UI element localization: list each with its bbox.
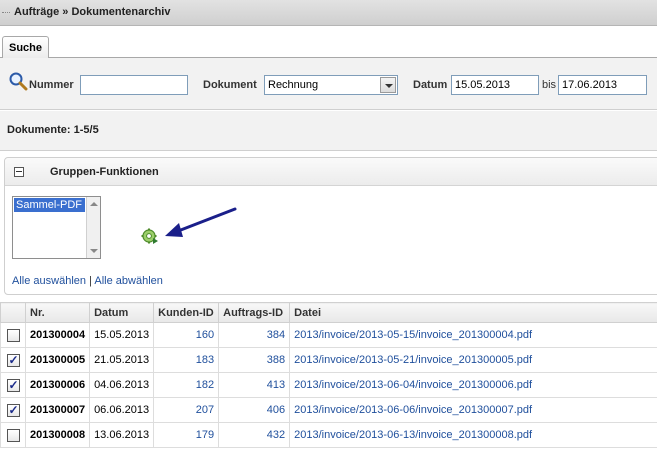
cell-auftrags-id-link[interactable]: 432	[267, 429, 285, 441]
column-header-auftrags-id[interactable]: Auftrags-ID	[218, 302, 291, 323]
column-header-select	[0, 302, 26, 323]
link-separator: |	[89, 275, 92, 287]
nummer-label: Nummer	[29, 79, 74, 91]
table-row: 201300008 13.06.2013 179 432 2013/invoic…	[0, 422, 657, 448]
cell-datum: 13.06.2013	[89, 422, 155, 448]
table-row: 201300006 04.06.2013 182 413 2013/invoic…	[0, 372, 657, 398]
cell-auftrags-id-link[interactable]: 384	[267, 329, 285, 341]
cell-datum: 15.05.2013	[89, 322, 155, 348]
bis-label: bis	[542, 79, 557, 91]
documents-table: Nr. Datum Kunden-ID Auftrags-ID Datei 20…	[0, 302, 657, 448]
column-header-datum[interactable]: Datum	[89, 302, 155, 323]
row-checkbox-cell	[0, 422, 26, 448]
cell-datei-link[interactable]: 2013/invoice/2013-06-06/invoice_20130000…	[294, 404, 532, 416]
column-header-datei[interactable]: Datei	[289, 302, 657, 323]
cell-nr: 201300004	[24, 322, 91, 348]
datum-from-input[interactable]	[451, 75, 539, 95]
deselect-all-link[interactable]: Alle abwählen	[94, 275, 163, 287]
tab-suche[interactable]: Suche	[2, 36, 50, 59]
cell-auftrags-id-link[interactable]: 388	[267, 354, 285, 366]
selection-links: Alle auswählen | Alle abwählen	[12, 275, 163, 287]
nummer-input[interactable]	[80, 75, 188, 95]
cell-auftrags-id-link[interactable]: 406	[267, 404, 285, 416]
arrow-annotation	[165, 207, 237, 237]
row-checkbox-cell	[0, 322, 26, 348]
datum-label: Datum	[413, 79, 448, 91]
documents-count-bar: Dokumente: 1-5/5	[0, 111, 657, 151]
cell-datei-link[interactable]: 2013/invoice/2013-05-21/invoice_20130000…	[294, 354, 532, 366]
column-header-nr[interactable]: Nr.	[24, 302, 91, 323]
cell-kunden-id-link[interactable]: 182	[196, 379, 214, 391]
cell-nr: 201300007	[24, 397, 91, 423]
cell-datum: 06.06.2013	[89, 397, 155, 423]
cell-datum: 04.06.2013	[89, 372, 155, 398]
table-header-row: Nr. Datum Kunden-ID Auftrags-ID Datei	[0, 302, 657, 323]
row-checkbox[interactable]	[6, 328, 20, 342]
row-checkbox[interactable]	[6, 428, 20, 442]
cell-datum: 21.05.2013	[89, 347, 155, 373]
scroll-down-icon[interactable]	[90, 249, 98, 253]
row-checkbox-cell	[0, 347, 26, 373]
cell-kunden-id-link[interactable]: 179	[196, 429, 214, 441]
cell-nr: 201300008	[24, 422, 91, 448]
datum-to-input[interactable]	[558, 75, 647, 95]
cell-nr: 201300005	[24, 347, 91, 373]
dokument-select[interactable]: Rechnung	[264, 75, 398, 95]
cell-kunden-id-link[interactable]: 183	[196, 354, 214, 366]
chevron-down-icon[interactable]	[380, 77, 396, 93]
documents-count: Dokumente: 1-5/5	[7, 124, 99, 136]
group-functions-panel: Gruppen-Funktionen Sammel-PDF Alle auswä…	[4, 157, 657, 295]
cell-datei-link[interactable]: 2013/invoice/2013-05-15/invoice_20130000…	[294, 329, 532, 341]
dokument-label: Dokument	[203, 79, 257, 91]
table-row: 201300004 15.05.2013 160 384 2013/invoic…	[0, 322, 657, 348]
dokument-select-value: Rechnung	[268, 79, 319, 91]
select-all-link[interactable]: Alle auswählen	[12, 275, 86, 287]
cell-datei-link[interactable]: 2013/invoice/2013-06-04/invoice_20130000…	[294, 379, 532, 391]
scroll-up-icon[interactable]	[90, 202, 98, 206]
listbox-option-sammel-pdf[interactable]: Sammel-PDF	[14, 198, 85, 212]
table-row: 201300005 21.05.2013 183 388 2013/invoic…	[0, 347, 657, 373]
cell-datei-link[interactable]: 2013/invoice/2013-06-13/invoice_20130000…	[294, 429, 532, 441]
cell-kunden-id-link[interactable]: 160	[196, 329, 214, 341]
cell-nr: 201300006	[24, 372, 91, 398]
listbox-scrollbar[interactable]	[86, 197, 100, 258]
column-header-kunden-id[interactable]: Kunden-ID	[153, 302, 220, 323]
title-bar-grip	[2, 12, 10, 13]
group-functions-title: Gruppen-Funktionen	[50, 166, 159, 178]
title-bar: Aufträge » Dokumentenarchiv	[0, 0, 657, 26]
collapse-icon[interactable]	[14, 167, 24, 177]
table-row: 201300007 06.06.2013 207 406 2013/invoic…	[0, 397, 657, 423]
group-function-listbox[interactable]: Sammel-PDF	[12, 196, 101, 259]
cell-auftrags-id-link[interactable]: 413	[267, 379, 285, 391]
row-checkbox-cell	[0, 372, 26, 398]
tab-strip: Suche	[0, 34, 657, 59]
row-checkbox[interactable]	[6, 403, 20, 417]
row-checkbox[interactable]	[6, 353, 20, 367]
row-checkbox[interactable]	[6, 378, 20, 392]
group-functions-header[interactable]: Gruppen-Funktionen	[5, 158, 657, 186]
row-checkbox-cell	[0, 397, 26, 423]
cell-kunden-id-link[interactable]: 207	[196, 404, 214, 416]
magnifier-icon[interactable]	[8, 71, 28, 91]
search-bar: Nummer Dokument Rechnung Datum bis	[0, 58, 657, 110]
page-title: Aufträge » Dokumentenarchiv	[14, 6, 171, 18]
